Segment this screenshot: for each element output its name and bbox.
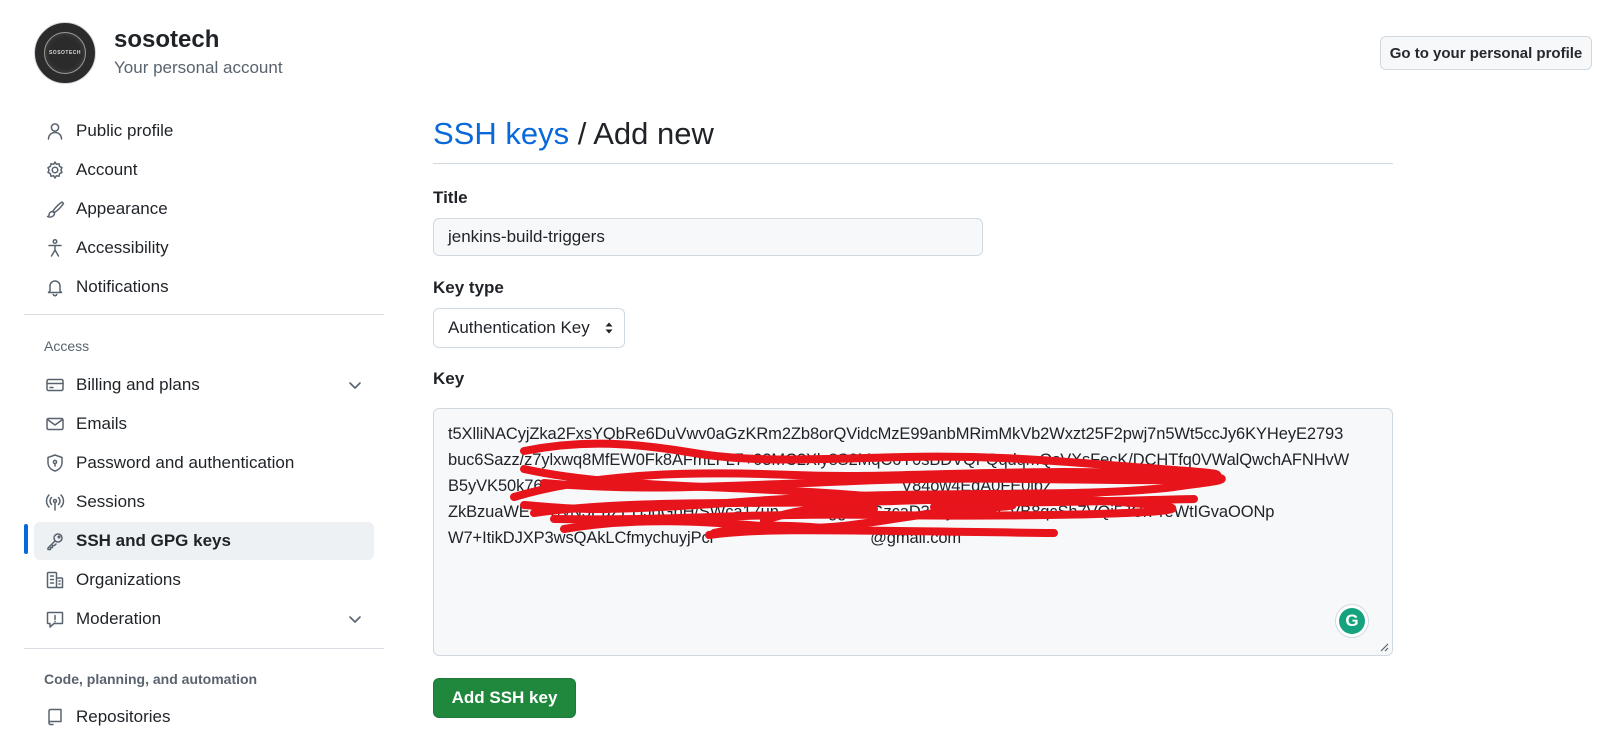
key-text-line: ZkBzuaWE T/yN5PaZEHJgGbH/SWca17un ggxxsG… [448,503,1275,521]
person-icon [44,120,66,142]
sidebar-item-label: Organizations [76,570,181,589]
title-label: Title [433,188,468,207]
organization-icon [44,569,66,591]
key-text-line: W7+ItikDJXP3wsQAkLCfmychuyjPcl @gmail.co… [448,529,962,547]
sidebar-item-label: Public profile [76,121,174,140]
account-subtitle: Your personal account [114,58,283,77]
sidebar-item-label: Accessibility [76,238,169,257]
sidebar-item-password-auth[interactable]: Password and authentication [34,444,374,482]
bell-icon [44,276,66,298]
add-ssh-key-button[interactable]: Add SSH key [433,678,576,718]
sidebar-item-label: Account [76,160,138,179]
breadcrumb: SSH keys / Add new [433,116,714,152]
sidebar-item-account[interactable]: Account [34,151,374,189]
key-text-line: t5XlliNACyjZka2FxsYQbRe6DuVwv0aGzKRm2Zb8… [448,425,1344,443]
sidebar-item-organizations[interactable]: Organizations [34,561,374,599]
sidebar-item-appearance[interactable]: Appearance [34,190,374,228]
paintbrush-icon [44,198,66,220]
avatar-logo-text: SOSOTECH [48,50,82,56]
chevron-down-icon[interactable] [346,376,364,394]
repo-icon [44,706,66,728]
sidebar-item-label: Notifications [76,277,169,296]
breadcrumb-ssh-keys-link[interactable]: SSH keys [433,116,569,151]
sidebar-divider [24,314,384,315]
gear-icon [44,159,66,181]
grammarly-letter: G [1345,611,1359,630]
select-arrows-icon [605,322,613,334]
sidebar-item-label: Appearance [76,199,168,218]
sidebar-item-label: Emails [76,414,128,433]
sidebar-item-label: Moderation [76,609,162,628]
key-text-line: buc6Sazz/z7ylxwq8MfEW0Fk8AFmLFL7+03MC2Xl… [448,451,1350,469]
resize-handle-icon[interactable] [1379,642,1389,652]
page-title: Add new [593,116,714,151]
title-input[interactable]: jenkins-build-triggers [433,218,983,256]
account-name[interactable]: sosotech [114,26,219,54]
key-type-select[interactable]: Authentication Key [433,308,625,348]
key-text-line: B5yVK50k760 V84ow4EqA0FE0ibz [448,477,1051,495]
sidebar-item-label: Repositories [76,707,171,726]
grammarly-button[interactable]: G [1336,605,1368,637]
sidebar-item-ssh-gpg-keys[interactable]: SSH and GPG keys [34,522,374,560]
sidebar-heading-access: Access [44,338,90,354]
sidebar-item-public-profile[interactable]: Public profile [34,112,374,150]
chevron-down-icon[interactable] [346,610,364,628]
accessibility-icon [44,237,66,259]
report-icon [44,608,66,630]
sidebar-item-emails[interactable]: Emails [34,405,374,443]
key-type-label: Key type [433,278,504,297]
sidebar-item-label: Billing and plans [76,375,200,394]
credit-card-icon [44,374,66,396]
sidebar-item-sessions[interactable]: Sessions [34,483,374,521]
sidebar-heading-code: Code, planning, and automation [44,671,258,687]
shield-lock-icon [44,452,66,474]
go-to-profile-button[interactable]: Go to your personal profile [1380,36,1592,70]
sidebar-item-billing[interactable]: Billing and plans [34,366,374,404]
sidebar-divider [24,648,384,649]
key-type-value: Authentication Key [448,318,590,337]
sidebar-item-repositories[interactable]: Repositories [34,698,374,736]
sidebar-item-label: Sessions [76,492,145,511]
sidebar-item-label: Password and authentication [76,453,295,472]
mail-icon [44,413,66,435]
avatar[interactable]: SOSOTECH [34,22,96,84]
header-divider [433,163,1393,164]
breadcrumb-separator: / [569,116,594,151]
grammarly-icon: G [1339,608,1365,634]
broadcast-icon [44,491,66,513]
sidebar-item-notifications[interactable]: Notifications [34,268,374,306]
key-icon [44,530,66,552]
sidebar-item-label: SSH and GPG keys [76,531,231,550]
key-label: Key [433,369,465,388]
key-textarea[interactable]: t5XlliNACyjZka2FxsYQbRe6DuVwv0aGzKRm2Zb8… [433,408,1393,656]
active-indicator [24,524,28,554]
sidebar-item-moderation[interactable]: Moderation [34,600,374,638]
sidebar-item-accessibility[interactable]: Accessibility [34,229,374,267]
avatar-logo: SOSOTECH [44,32,86,74]
